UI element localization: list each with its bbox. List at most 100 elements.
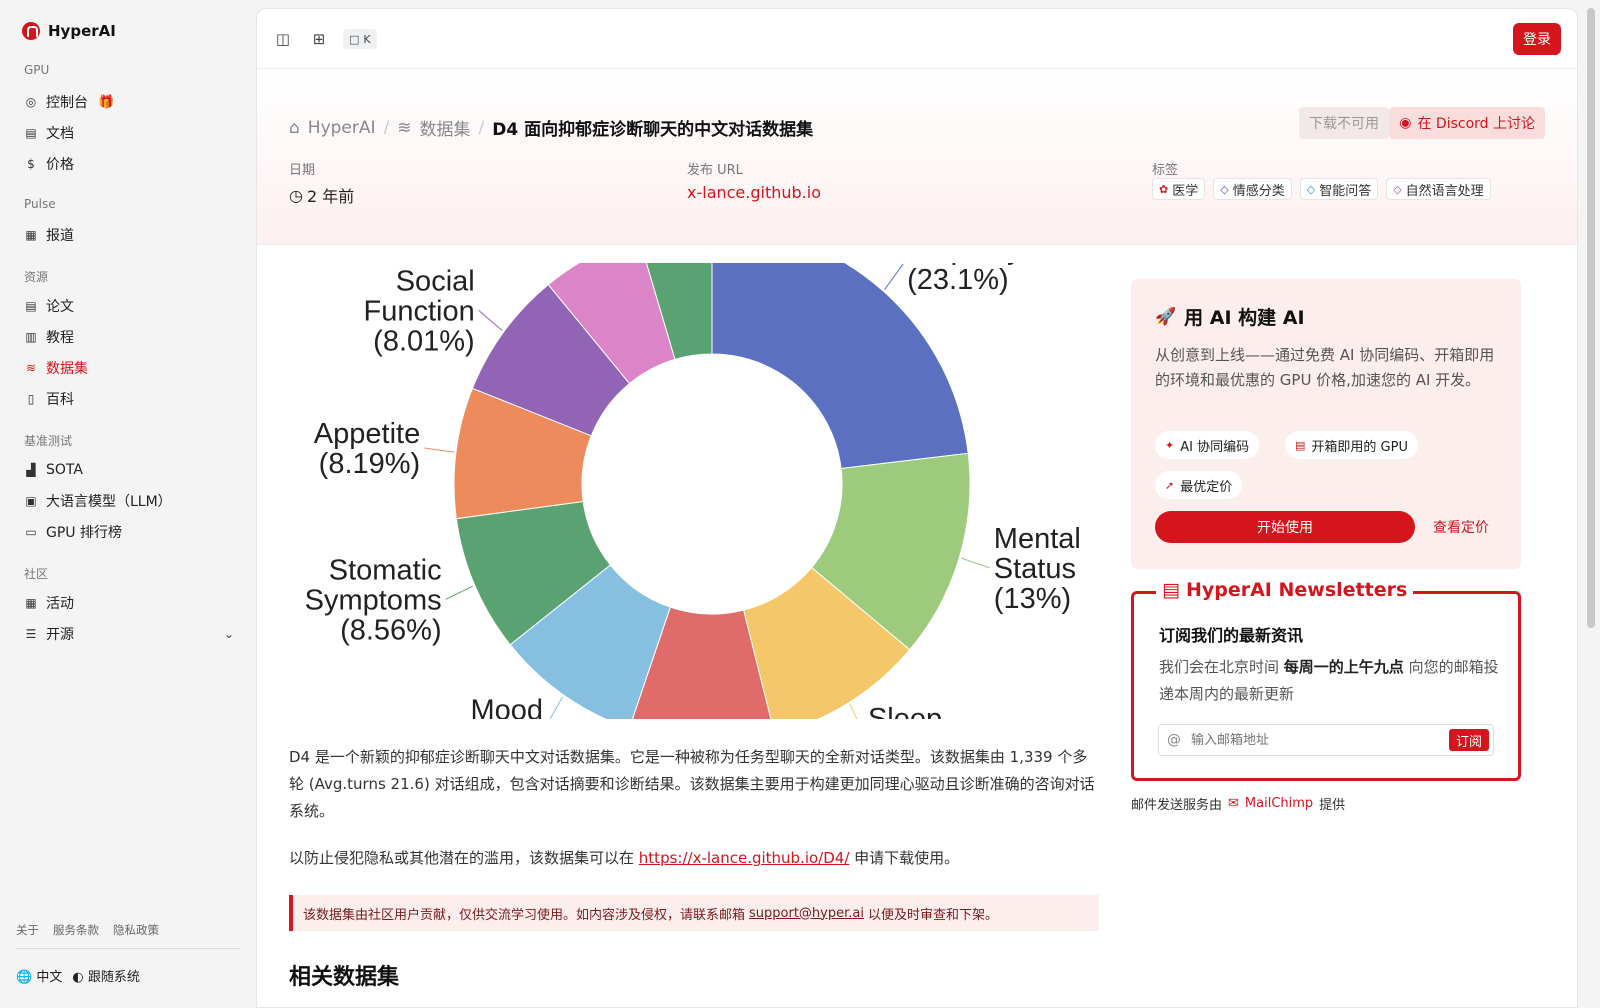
footer-link-terms[interactable]: 服务条款 xyxy=(53,922,99,938)
breadcrumb-datasets[interactable]: 数据集 xyxy=(420,115,471,140)
sidebar-item-open-source[interactable]: ☰ 开源 ⌄ xyxy=(24,624,234,644)
community-notice: 该数据集由社区用户贡献，仅供交流学习使用。如内容涉及侵权，请联系邮箱 suppo… xyxy=(289,895,1099,931)
sidebar-item-sota[interactable]: ▟ SOTA xyxy=(24,460,83,480)
wiki-icon: ▯ xyxy=(27,392,35,406)
mailchimp-link[interactable]: MailChimp xyxy=(1245,796,1313,811)
related-datasets-heading: 相关数据集 xyxy=(289,965,400,990)
promo-card: 🚀 用 AI 构建 AI 从创意到上线——通过免费 AI 协同编码、开箱即用的环… xyxy=(1131,279,1521,569)
rocket-icon: 🚀 xyxy=(1155,306,1177,327)
doc-icon: ▤ xyxy=(25,126,37,140)
language-switch[interactable]: 🌐 中文 xyxy=(16,966,62,985)
dataset-chart: Empathy(23.1%) MentalStatus(13%) Sleep(9.9… xyxy=(289,263,1099,719)
locale-settings: 🌐 中文 ◐ 跟随系统 xyxy=(16,966,140,985)
slice-label: Stomatic Symptoms (8.56%) xyxy=(305,554,442,646)
tag-medicine[interactable]: ✿ 医学 xyxy=(1152,178,1206,200)
sidebar-item-tutorials[interactable]: ▥ 教程 xyxy=(24,327,74,347)
chevron-down-icon: ⌄ xyxy=(223,627,234,641)
tag-emotion-classification[interactable]: ◇ 情感分类 xyxy=(1213,178,1292,200)
apps-grid-icon[interactable]: ⊞ xyxy=(309,29,329,49)
sidebar-item-llm[interactable]: ▣ 大语言模型（LLM） xyxy=(24,491,171,511)
slice-label: Appetite (8.19%) xyxy=(314,418,420,480)
rocket-icon: ➚ xyxy=(1165,478,1175,492)
chip-ai-coding: ✦ AI 协同编码 xyxy=(1155,431,1260,459)
breadcrumb-separator: / xyxy=(478,117,485,138)
download-button[interactable]: 下载不可用 xyxy=(1299,107,1389,139)
sidebar-toggle-icon[interactable]: ◫ xyxy=(273,29,293,49)
tag-icon: ◇ xyxy=(1220,182,1229,196)
footer-link-about[interactable]: 关于 xyxy=(16,922,39,938)
sidebar-item-pricing[interactable]: $ 价格 xyxy=(24,154,74,174)
sidebar-item-console[interactable]: ◎ 控制台 🎁 xyxy=(24,92,114,112)
label-leader-line xyxy=(884,263,904,290)
scroll-thumb[interactable] xyxy=(1587,8,1595,628)
newsletter-subtitle: 订阅我们的最新资讯 xyxy=(1159,626,1304,645)
slice-label: Mental Status (13%) xyxy=(994,523,1081,615)
sidebar-item-papers[interactable]: ▤ 论文 xyxy=(24,296,74,316)
newsletter-title: ▤ HyperAI Newsletters xyxy=(1156,579,1414,601)
gauge-icon: ◎ xyxy=(25,95,37,109)
tag-icon: ◇ xyxy=(1306,182,1316,196)
publish-url-link[interactable]: x-lance.github.io xyxy=(687,183,821,202)
dataset-link[interactable]: https://x-lance.github.io/D4/ xyxy=(639,849,850,867)
tag-list: ✿ 医学 ◇ 情感分类 ◇ 智能问答 ◇ 自然语言处理 xyxy=(1152,178,1491,200)
clock-icon: ◷ xyxy=(289,185,303,205)
login-button[interactable]: 登录 xyxy=(1513,23,1561,55)
email-field-wrapper: @ 订阅 xyxy=(1158,724,1494,756)
search-shortcut[interactable]: □ K xyxy=(343,29,377,49)
tag-qa[interactable]: ◇ 智能问答 xyxy=(1299,178,1379,200)
calendar-icon: ▦ xyxy=(25,596,37,610)
subscribe-button[interactable]: 订阅 xyxy=(1448,729,1489,751)
section-label-community: 社区 xyxy=(24,567,49,581)
email-field[interactable] xyxy=(1189,731,1449,749)
date-value: ◷ 2 年前 xyxy=(289,185,355,207)
pricing-link[interactable]: 查看定价 xyxy=(1433,511,1489,543)
dataset-header: ⌂ HyperAI / ≋ 数据集 / D4 面向抑郁症诊断聊天的中文对话数据集… xyxy=(257,69,1577,245)
sidebar-item-events[interactable]: ▦ 活动 xyxy=(24,593,74,613)
footer-link-privacy[interactable]: 隐私政策 xyxy=(113,922,159,938)
logo[interactable]: HyperAI xyxy=(22,22,116,40)
newsletter-description: 我们会在北京时间 每周一的上午九点 向您的邮箱投递本周内的最新更新 xyxy=(1159,658,1499,703)
dollar-icon: $ xyxy=(27,157,35,171)
paper-icon: ▤ xyxy=(25,299,37,313)
label-leader-line xyxy=(478,310,503,331)
topbar: ◫ ⊞ □ K 登录 xyxy=(257,9,1577,69)
tag-nlp[interactable]: ◇ 自然语言处理 xyxy=(1386,178,1491,200)
divider xyxy=(16,948,240,949)
label-leader-line xyxy=(549,696,563,719)
label-leader-line xyxy=(961,557,990,569)
sidebar-item-wiki[interactable]: ▯ 百科 xyxy=(24,389,74,409)
page-title: D4 面向抑郁症诊断聊天的中文对话数据集 xyxy=(492,120,814,140)
support-email-link[interactable]: support@hyper.ai xyxy=(749,906,864,921)
news-icon: ▦ xyxy=(25,228,37,242)
sidebar-item-docs[interactable]: ▤ 文档 xyxy=(24,123,74,143)
home-icon: ⌂ xyxy=(289,117,300,138)
database-icon: ≋ xyxy=(397,117,412,138)
gift-icon: 🎁 xyxy=(98,94,115,110)
sidebar-item-datasets[interactable]: ≋ 数据集 xyxy=(24,358,88,378)
discord-button[interactable]: ◉ 在 Discord 上讨论 xyxy=(1389,107,1545,139)
tag-icon: ◇ xyxy=(1393,182,1402,196)
footer-links: 关于 服务条款 隐私政策 xyxy=(16,922,159,938)
list-icon: ☰ xyxy=(25,627,37,641)
sidebar-item-gpu-leaderboard[interactable]: ▭ GPU 排行榜 xyxy=(24,522,122,542)
theme-switch[interactable]: ◐ 跟随系统 xyxy=(72,966,140,985)
dataset-description: D4 是一个新颖的抑郁症诊断聊天中文对话数据集。它是一种被称为任务型聊天的全新对… xyxy=(289,748,1095,820)
discord-icon: ◉ xyxy=(1399,115,1412,131)
bar-chart-icon: ▟ xyxy=(26,463,36,477)
label-leader-line xyxy=(445,585,474,600)
promo-title: 🚀 用 AI 构建 AI xyxy=(1155,306,1305,330)
mail-provider-note: 邮件发送服务由 ✉ MailChimp 提供 xyxy=(1131,796,1346,813)
slice-label: Sleep(9.99%) xyxy=(868,703,970,719)
sidebar: HyperAI GPU ◎ 控制台 🎁 ▤ 文档 $ 价格 Pulse ▦ 报道… xyxy=(0,0,256,1000)
breadcrumb-home[interactable]: HyperAI xyxy=(308,118,376,138)
newsletter-box: ▤ HyperAI Newsletters 订阅我们的最新资讯 我们会在北京时间… xyxy=(1131,579,1521,781)
main-panel: ◫ ⊞ □ K 登录 ⌂ HyperAI / ≋ 数据集 / D4 面向抑郁症诊断… xyxy=(256,8,1578,1008)
start-button[interactable]: 开始使用 xyxy=(1155,511,1415,543)
chip-gpu: ▤ 开箱即用的 GPU xyxy=(1285,431,1418,459)
url-label: 发布 URL xyxy=(687,163,743,178)
sidebar-item-news[interactable]: ▦ 报道 xyxy=(24,225,74,245)
section-label-gpu: GPU xyxy=(24,63,50,77)
access-note: 以防止侵犯隐私或其他潜在的滥用，该数据集可以在 https://x-lance.… xyxy=(289,849,960,867)
theme-icon: ◐ xyxy=(72,970,84,985)
scrollbar[interactable] xyxy=(1582,0,1600,1000)
